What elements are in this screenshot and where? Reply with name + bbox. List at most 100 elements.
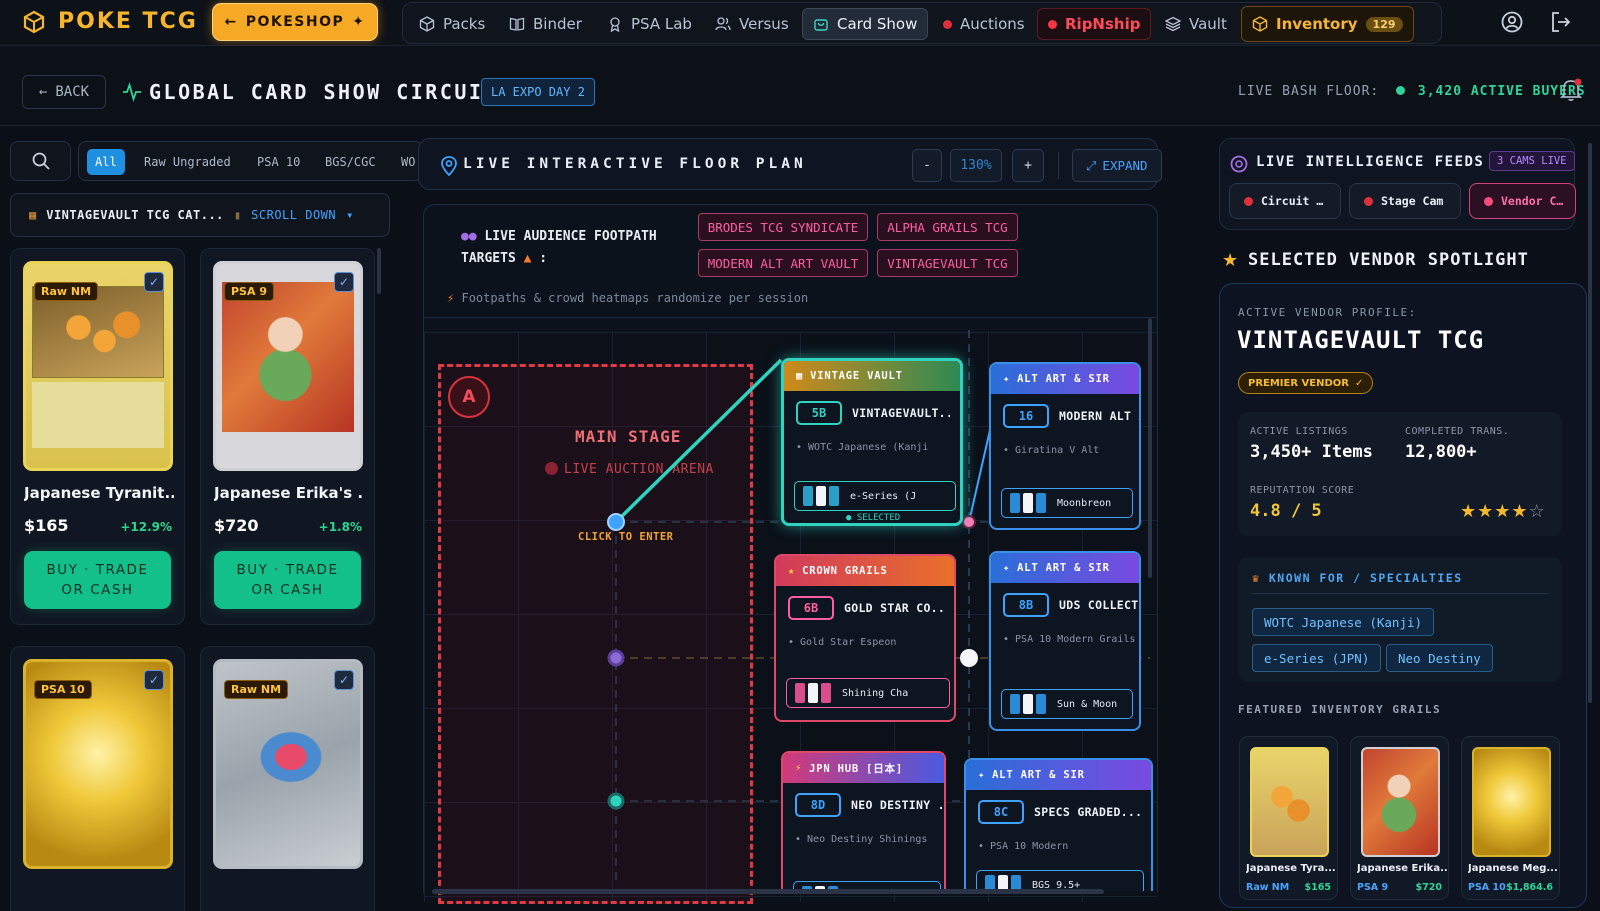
booth-category: ALT ART & SIR [1017, 562, 1110, 574]
nav-auctions-label: Auctions [960, 15, 1025, 33]
booth-category: ALT ART & SIR [1017, 373, 1110, 385]
star-icon: ★ [1494, 501, 1512, 522]
toolbar-divider [1058, 152, 1059, 179]
search-button[interactable] [10, 141, 71, 181]
left-scrollbar[interactable] [377, 248, 381, 294]
box-icon [1252, 16, 1268, 32]
swatch [1036, 694, 1046, 714]
specialty-tag[interactable]: Neo Destiny [1386, 644, 1493, 672]
feeds-title: LIVE INTELLIGENCE FEEDS [1256, 154, 1485, 170]
stage-marker: A [448, 376, 490, 418]
inventory-card[interactable]: PSA 9 ✓ Japanese Erika's ... $720 +1.8% … [200, 248, 375, 625]
select-checkbox[interactable]: ✓ [334, 670, 354, 690]
right-scrollbar[interactable] [1588, 143, 1592, 703]
nav-versus-label: Versus [739, 15, 789, 33]
featured-card[interactable]: Japanese Tyra... Raw NM $165 [1239, 736, 1338, 900]
check-icon: ✓ [148, 275, 160, 289]
page-title: GLOBAL CARD SHOW CIRCUIT [149, 80, 498, 104]
pokeshop-button[interactable]: ← POKESHOP ✦ [212, 3, 378, 41]
vendor-booth-crown-grails[interactable]: ★ CROWN GRAILS 6B GOLD STAR CO... • Gold … [774, 554, 956, 722]
feed-tab-vendor-cam[interactable]: Vendor C… [1469, 183, 1576, 219]
vendor-booth-uds[interactable]: ✦ ALT ART & SIR 8B UDS COLLECTI... • PSA … [989, 551, 1141, 731]
vendor-booth-modern-alt[interactable]: ✦ ALT ART & SIR 16 MODERN ALT A... • Gira… [989, 362, 1141, 530]
nav-versus[interactable]: Versus [705, 9, 799, 39]
stage-title: MAIN STAGE [575, 427, 682, 446]
target-tag[interactable]: VINTAGEVAULT TCG [877, 249, 1018, 277]
user-account-icon[interactable] [1500, 10, 1524, 34]
back-button[interactable]: ← BACK [22, 75, 106, 109]
specialty-tag[interactable]: WOTC Japanese (Kanji) [1252, 608, 1435, 636]
bell-icon[interactable] [1560, 78, 1582, 102]
crown-icon: ♛ [1252, 571, 1261, 585]
nav-vault[interactable]: Vault [1155, 9, 1237, 39]
floor-vertical-scrollbar[interactable] [1148, 318, 1152, 578]
condition-badge: PSA 9 [224, 282, 274, 301]
filter-chip-psa10[interactable]: PSA 10 [249, 149, 308, 175]
nav-psa-lab[interactable]: PSA Lab [597, 9, 702, 39]
premier-vendor-badge: PREMIER VENDOR ✓ [1238, 372, 1374, 394]
feed-tab-circuit[interactable]: Circuit … [1229, 183, 1341, 219]
logout-icon[interactable] [1549, 10, 1573, 34]
footpath-targets-label: ●● LIVE AUDIENCE FOOTPATH TARGETS ▲ : [461, 229, 657, 266]
card-artwork [222, 282, 354, 432]
filter-chip-bgs[interactable]: BGS/CGC [317, 149, 384, 175]
nav-ripnship-label: RipNship [1065, 15, 1141, 33]
booth-note: • Neo Destiny Shinings [795, 834, 928, 845]
nav-auctions[interactable]: Auctions [933, 9, 1035, 39]
card-image: Raw NM ✓ [23, 261, 173, 471]
buy-trade-button[interactable]: BUY · TRADE OR CASH [24, 551, 171, 609]
featured-card[interactable]: Japanese Erika... PSA 9 $720 [1350, 736, 1449, 900]
booth-note: • PSA 10 Modern [978, 841, 1069, 852]
booth-id: 8D [795, 793, 841, 817]
feed-tab-label: Stage Cam [1381, 194, 1444, 208]
listings-label: ACTIVE LISTINGS [1250, 426, 1348, 437]
specialty-tag[interactable]: e-Series (JPN) [1252, 644, 1382, 672]
feed-tab-stage-cam[interactable]: Stage Cam [1349, 183, 1461, 219]
featured-card-name: Japanese Meg... [1468, 863, 1558, 874]
booth-vendor-name: VINTAGEVAULT... [852, 406, 950, 420]
sparkle-icon: ✦ [978, 769, 986, 781]
floor-plan-title: LIVE INTERACTIVE FLOOR PLAN [463, 156, 807, 172]
book-icon [509, 17, 525, 31]
nav-packs[interactable]: Packs [409, 9, 495, 39]
filter-chip-raw[interactable]: Raw Ungraded [136, 149, 239, 175]
floor-horizontal-scrollbar[interactable] [432, 889, 1104, 894]
booth-vendor-name: MODERN ALT A... [1059, 409, 1139, 423]
vendor-booth-jpn-hub[interactable]: ⚡ JPN HUB [日本] 8D NEO DESTINY ... • Neo D… [781, 751, 946, 891]
select-checkbox[interactable]: ✓ [144, 272, 164, 292]
nav-binder[interactable]: Binder [499, 9, 592, 39]
scroll-down-label: SCROLL DOWN [251, 208, 337, 222]
target-tag[interactable]: ALPHA GRAILS TCG [877, 213, 1018, 241]
zoom-level: 130% [950, 149, 1002, 182]
featured-card-price: $165 [1304, 882, 1331, 893]
target-tag[interactable]: MODERN ALT ART VAULT [698, 249, 868, 277]
nav-ripnship[interactable]: RipNship [1037, 8, 1152, 40]
featured-card-image [1361, 747, 1440, 857]
zoom-out-button[interactable]: - [912, 149, 942, 182]
vendor-booth-vintagevault[interactable]: ▦ VINTAGE VAULT 5B VINTAGEVAULT... • WOTC… [781, 358, 963, 526]
vendor-booth-specs-graded[interactable]: ✦ ALT ART & SIR 8C SPECS GRADED... • PSA … [964, 758, 1153, 891]
stage-enter-link[interactable]: CLICK TO ENTER [578, 531, 674, 543]
select-checkbox[interactable]: ✓ [144, 670, 164, 690]
expand-button[interactable]: ⤢ EXPAND [1072, 149, 1162, 182]
buy-trade-button[interactable]: BUY · TRADE OR CASH [214, 551, 361, 609]
featured-card[interactable]: Japanese Meg... PSA 10 $1,864.6 [1461, 736, 1560, 900]
nav-card-show[interactable]: Card Show [802, 8, 929, 40]
filter-chip-all[interactable]: All [87, 149, 125, 175]
inventory-card[interactable]: Raw NM ✓ Japanese Tyranit... $165 +12.9%… [10, 248, 185, 625]
cams-live-badge: 3 CAMS LIVE [1489, 151, 1575, 171]
booth-id: 8C [978, 800, 1024, 824]
package-icon: ▦ [29, 208, 37, 222]
card-image: PSA 9 ✓ [213, 261, 363, 471]
nav-binder-label: Binder [533, 15, 582, 33]
catalog-selector[interactable]: ▦ VINTAGEVAULT TCG CAT... ▮ SCROLL DOWN … [10, 193, 390, 237]
booth-id: 16 [1003, 404, 1049, 428]
nav-inventory[interactable]: Inventory 129 [1241, 6, 1414, 42]
target-tag[interactable]: BRODES TCG SYNDICATE [698, 213, 868, 241]
card-artwork [236, 712, 346, 802]
zoom-in-button[interactable]: + [1012, 149, 1044, 182]
inventory-card[interactable]: PSA 10 ✓ [10, 646, 185, 911]
price-change: +1.8% [318, 520, 362, 534]
inventory-card[interactable]: Raw NM ✓ [200, 646, 375, 911]
select-checkbox[interactable]: ✓ [334, 272, 354, 292]
